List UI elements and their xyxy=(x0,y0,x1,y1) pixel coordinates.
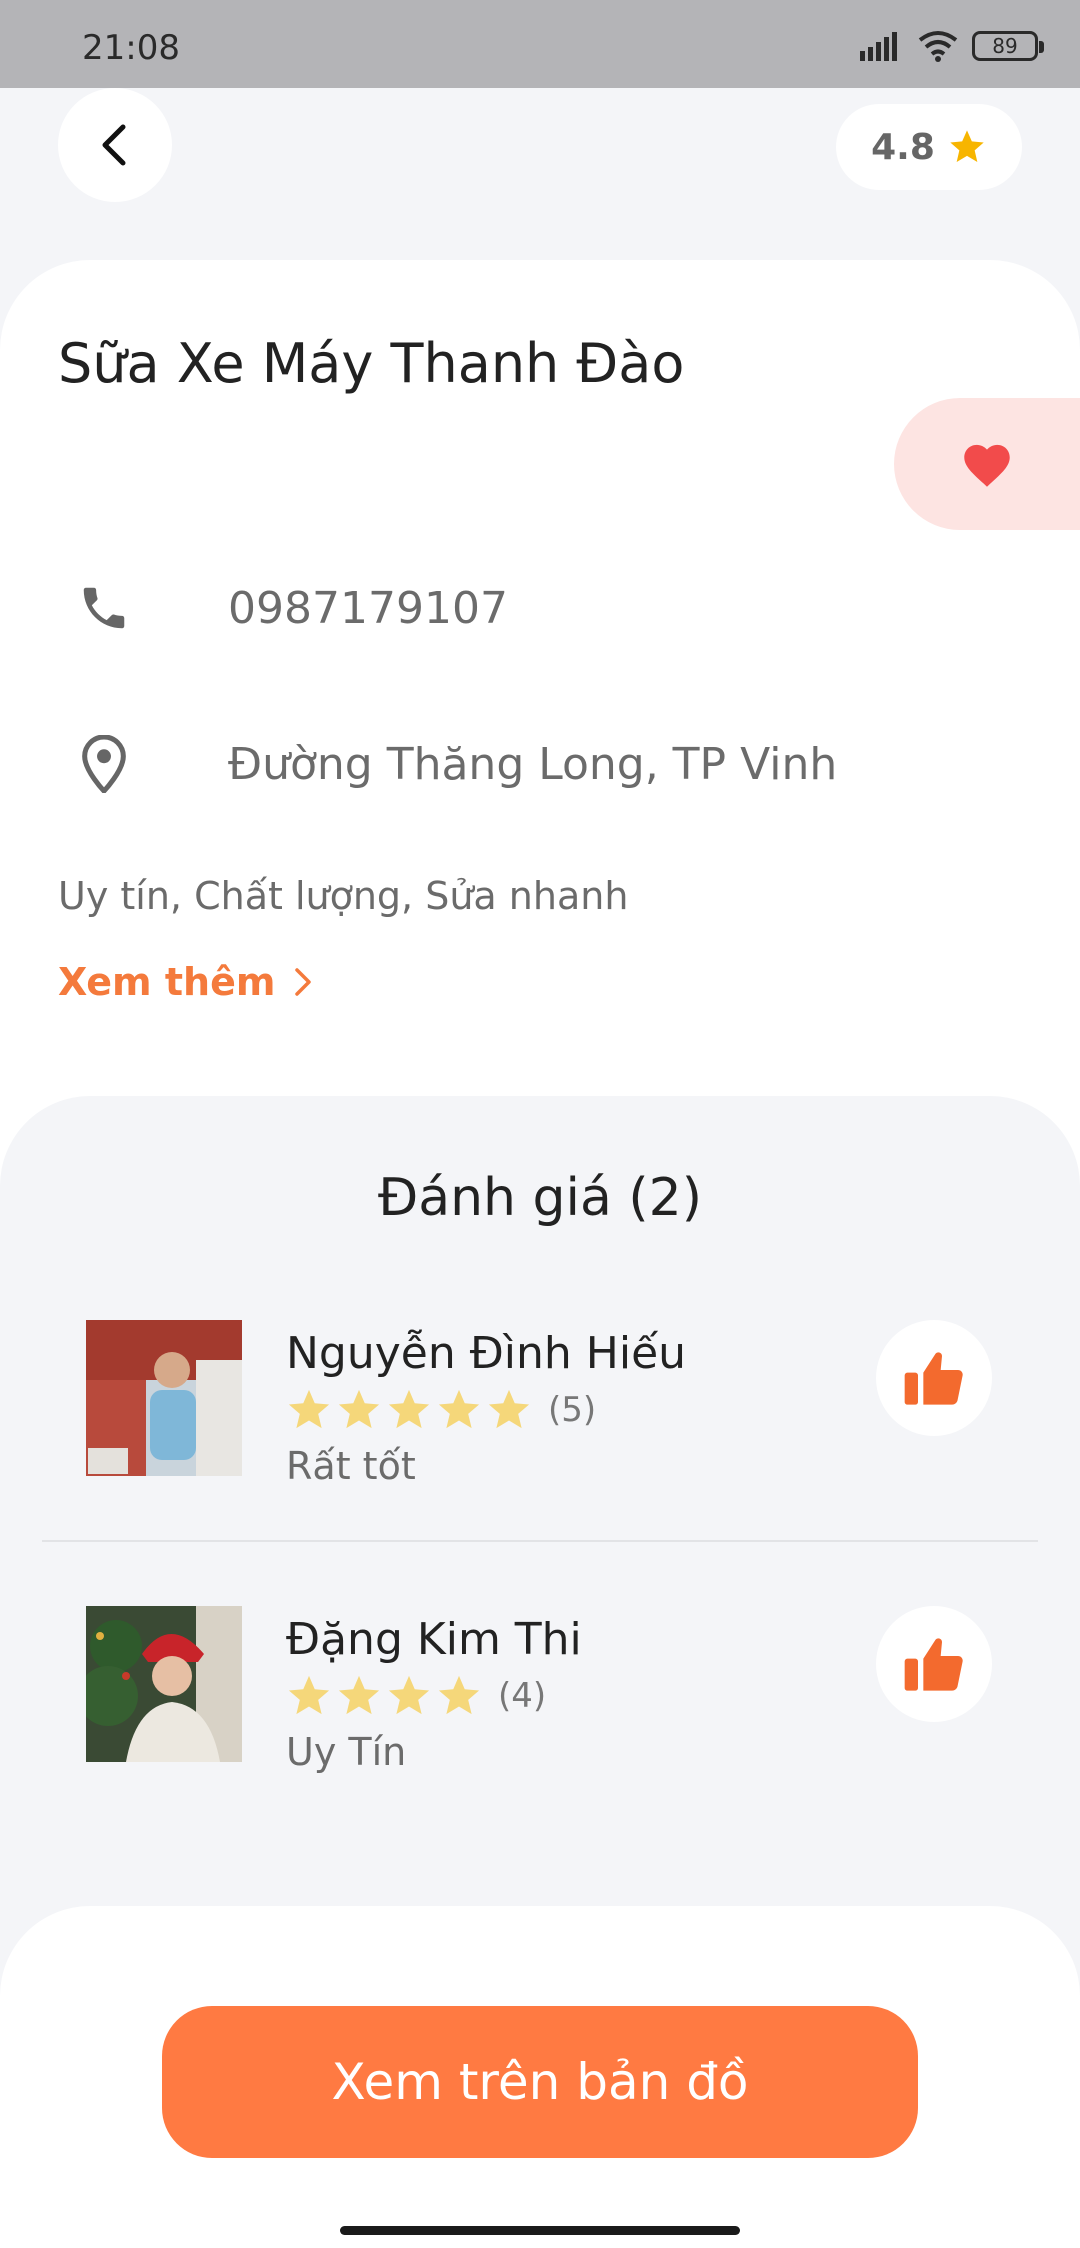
star-icon xyxy=(438,1675,480,1715)
home-indicator[interactable] xyxy=(340,2226,740,2235)
star-icon xyxy=(488,1389,530,1429)
thumbs-up-icon xyxy=(904,1638,963,1691)
address-row[interactable]: Đường Thăng Long, TP Vinh xyxy=(74,734,837,794)
rating-value: 4.8 xyxy=(871,126,935,168)
status-icons: 89 xyxy=(860,26,1044,66)
battery-icon: 89 xyxy=(972,31,1044,61)
divider xyxy=(42,1540,1038,1542)
review-comment: Uy Tín xyxy=(286,1730,407,1774)
rating-badge: 4.8 xyxy=(836,104,1022,190)
phone-icon xyxy=(74,578,134,638)
wifi-icon xyxy=(918,31,958,62)
star-icon xyxy=(950,130,984,162)
see-more-link[interactable]: Xem thêm xyxy=(58,960,313,1004)
phone-row[interactable]: 0987179107 xyxy=(74,578,508,638)
favorite-button[interactable] xyxy=(894,398,1080,530)
star-icon xyxy=(338,1389,380,1429)
thumbs-up-icon xyxy=(904,1352,963,1405)
reviewer-name: Đặng Kim Thi xyxy=(286,1614,582,1665)
reviews-title: Đánh giá (2) xyxy=(377,1168,703,1228)
star-icon xyxy=(288,1675,330,1715)
like-button[interactable] xyxy=(876,1606,992,1722)
star-icon xyxy=(388,1389,430,1429)
shop-description: Uy tín, Chất lượng, Sửa nhanh xyxy=(58,874,629,918)
phone-number: 0987179107 xyxy=(228,582,508,634)
shop-name: Sữa Xe Máy Thanh Đào xyxy=(58,332,685,395)
signal-icon xyxy=(860,32,897,61)
reviews-card xyxy=(0,1096,1080,1996)
view-on-map-button[interactable]: Xem trên bản đồ xyxy=(162,2006,918,2158)
star-icon xyxy=(288,1389,330,1429)
heart-icon xyxy=(964,444,1010,487)
review-item: Đặng Kim Thi (4) Uy Tín xyxy=(0,1606,1080,1806)
avatar xyxy=(86,1606,242,1762)
rating-count: (4) xyxy=(498,1676,547,1716)
reviewer-name: Nguyễn Đình Hiếu xyxy=(286,1328,687,1379)
review-comment: Rất tốt xyxy=(286,1444,416,1488)
review-item: Nguyễn Đình Hiếu (5) Rất tốt xyxy=(0,1320,1080,1520)
like-button[interactable] xyxy=(876,1320,992,1436)
avatar xyxy=(86,1320,242,1476)
status-bar: 21:08 89 xyxy=(0,0,1080,88)
address-text: Đường Thăng Long, TP Vinh xyxy=(228,738,838,790)
star-icon xyxy=(388,1675,430,1715)
star-rating: (5) xyxy=(286,1388,596,1432)
location-pin-icon xyxy=(74,734,134,794)
rating-count: (5) xyxy=(548,1390,597,1430)
chevron-right-icon xyxy=(295,968,312,996)
status-time: 21:08 xyxy=(82,28,180,68)
star-icon xyxy=(338,1675,380,1715)
chevron-left-icon xyxy=(102,124,126,166)
see-more-label: Xem thêm xyxy=(58,960,276,1004)
back-button[interactable] xyxy=(58,88,172,202)
star-icon xyxy=(438,1389,480,1429)
battery-level: 89 xyxy=(992,34,1018,58)
star-rating: (4) xyxy=(286,1674,546,1718)
